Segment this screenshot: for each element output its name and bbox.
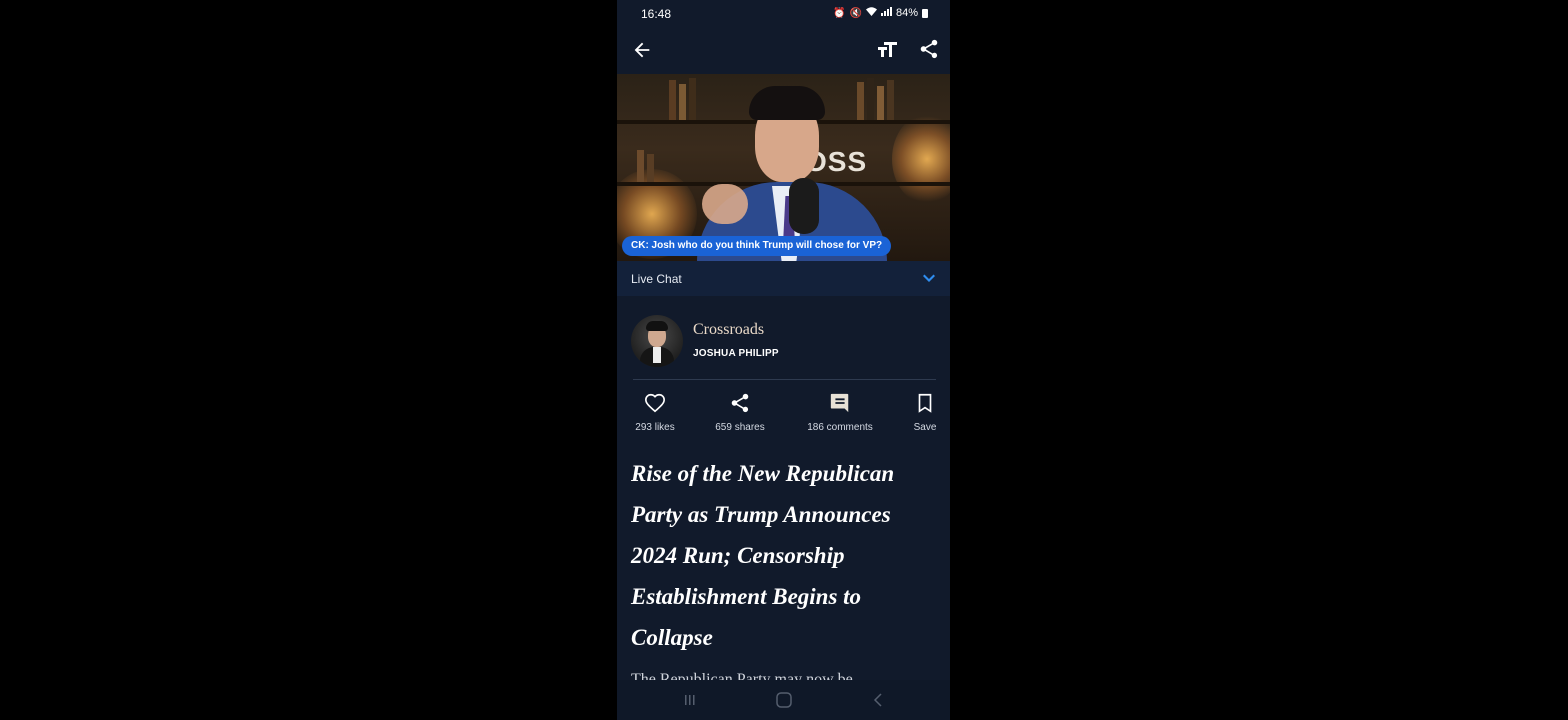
avatar-hair [646, 321, 668, 331]
book [689, 78, 696, 120]
status-bar: 16:48 ⏰ 🔇 84% [617, 0, 950, 28]
text-size-icon [878, 42, 897, 57]
share-count-button[interactable]: 659 shares [710, 392, 770, 433]
chat-message-overlay: CK: Josh who do you think Trump will cho… [622, 236, 892, 256]
signal-icon [880, 7, 892, 19]
live-chat-toggle[interactable]: Live Chat [617, 261, 950, 296]
home-icon [776, 692, 792, 708]
book [887, 80, 894, 120]
save-button[interactable]: Save [907, 392, 943, 433]
home-button[interactable] [774, 692, 794, 708]
status-time: 16:48 [641, 7, 672, 21]
shares-count: 659 shares [715, 422, 765, 433]
likes-count: 293 likes [635, 422, 675, 433]
avatar-shirt [653, 347, 661, 363]
like-button[interactable]: 293 likes [630, 392, 680, 433]
recent-apps-button[interactable] [680, 692, 700, 708]
book [857, 82, 864, 120]
comments-button[interactable]: 186 comments [801, 392, 879, 433]
share-icon [920, 39, 938, 59]
wifi-icon [865, 7, 877, 19]
status-icons: ⏰ 🔇 84% [833, 7, 928, 19]
book [637, 150, 644, 182]
system-nav-bar [617, 680, 950, 720]
article-snippet: The Republican Party may now be [631, 671, 853, 680]
live-chat-label: Live Chat [631, 272, 682, 286]
video-player[interactable]: OSS CK: Josh who do you think Trump will… [617, 74, 950, 261]
text-size-button[interactable] [875, 38, 899, 62]
book [647, 154, 654, 182]
mute-icon: 🔇 [849, 7, 862, 19]
comments-count: 186 comments [807, 422, 873, 433]
back-nav-button[interactable] [869, 692, 889, 708]
share-icon [731, 393, 749, 413]
heart-icon [645, 393, 665, 413]
chevron-left-icon [873, 693, 882, 707]
save-label: Save [913, 422, 937, 433]
article-title: Rise of the New Republican Party as Trum… [631, 461, 895, 650]
channel-avatar[interactable] [631, 315, 683, 367]
recents-icon [685, 695, 695, 705]
back-button[interactable] [631, 39, 653, 61]
alarm-icon: ⏰ [833, 7, 846, 19]
bookmark-icon [918, 393, 932, 413]
book [877, 86, 884, 120]
book [867, 78, 874, 120]
share-button[interactable] [918, 38, 940, 60]
host-hair [749, 86, 825, 120]
book [679, 84, 686, 120]
book [669, 80, 676, 120]
host-hand [702, 184, 748, 224]
microphone [789, 178, 819, 234]
arrow-left-icon [634, 42, 650, 58]
comment-icon [830, 393, 849, 413]
battery-icon [922, 8, 928, 18]
app-bar [617, 30, 950, 70]
divider [633, 379, 936, 380]
chevron-down-icon [923, 274, 935, 282]
lamp-glow [892, 114, 950, 204]
channel-name[interactable]: Crossroads [693, 321, 764, 339]
channel-host: JOSHUA PHILIPP [693, 348, 779, 359]
phone-screen: 16:48 ⏰ 🔇 84% OSS CK: Josh who do you th… [617, 0, 950, 720]
battery-percentage: 84% [895, 7, 918, 19]
